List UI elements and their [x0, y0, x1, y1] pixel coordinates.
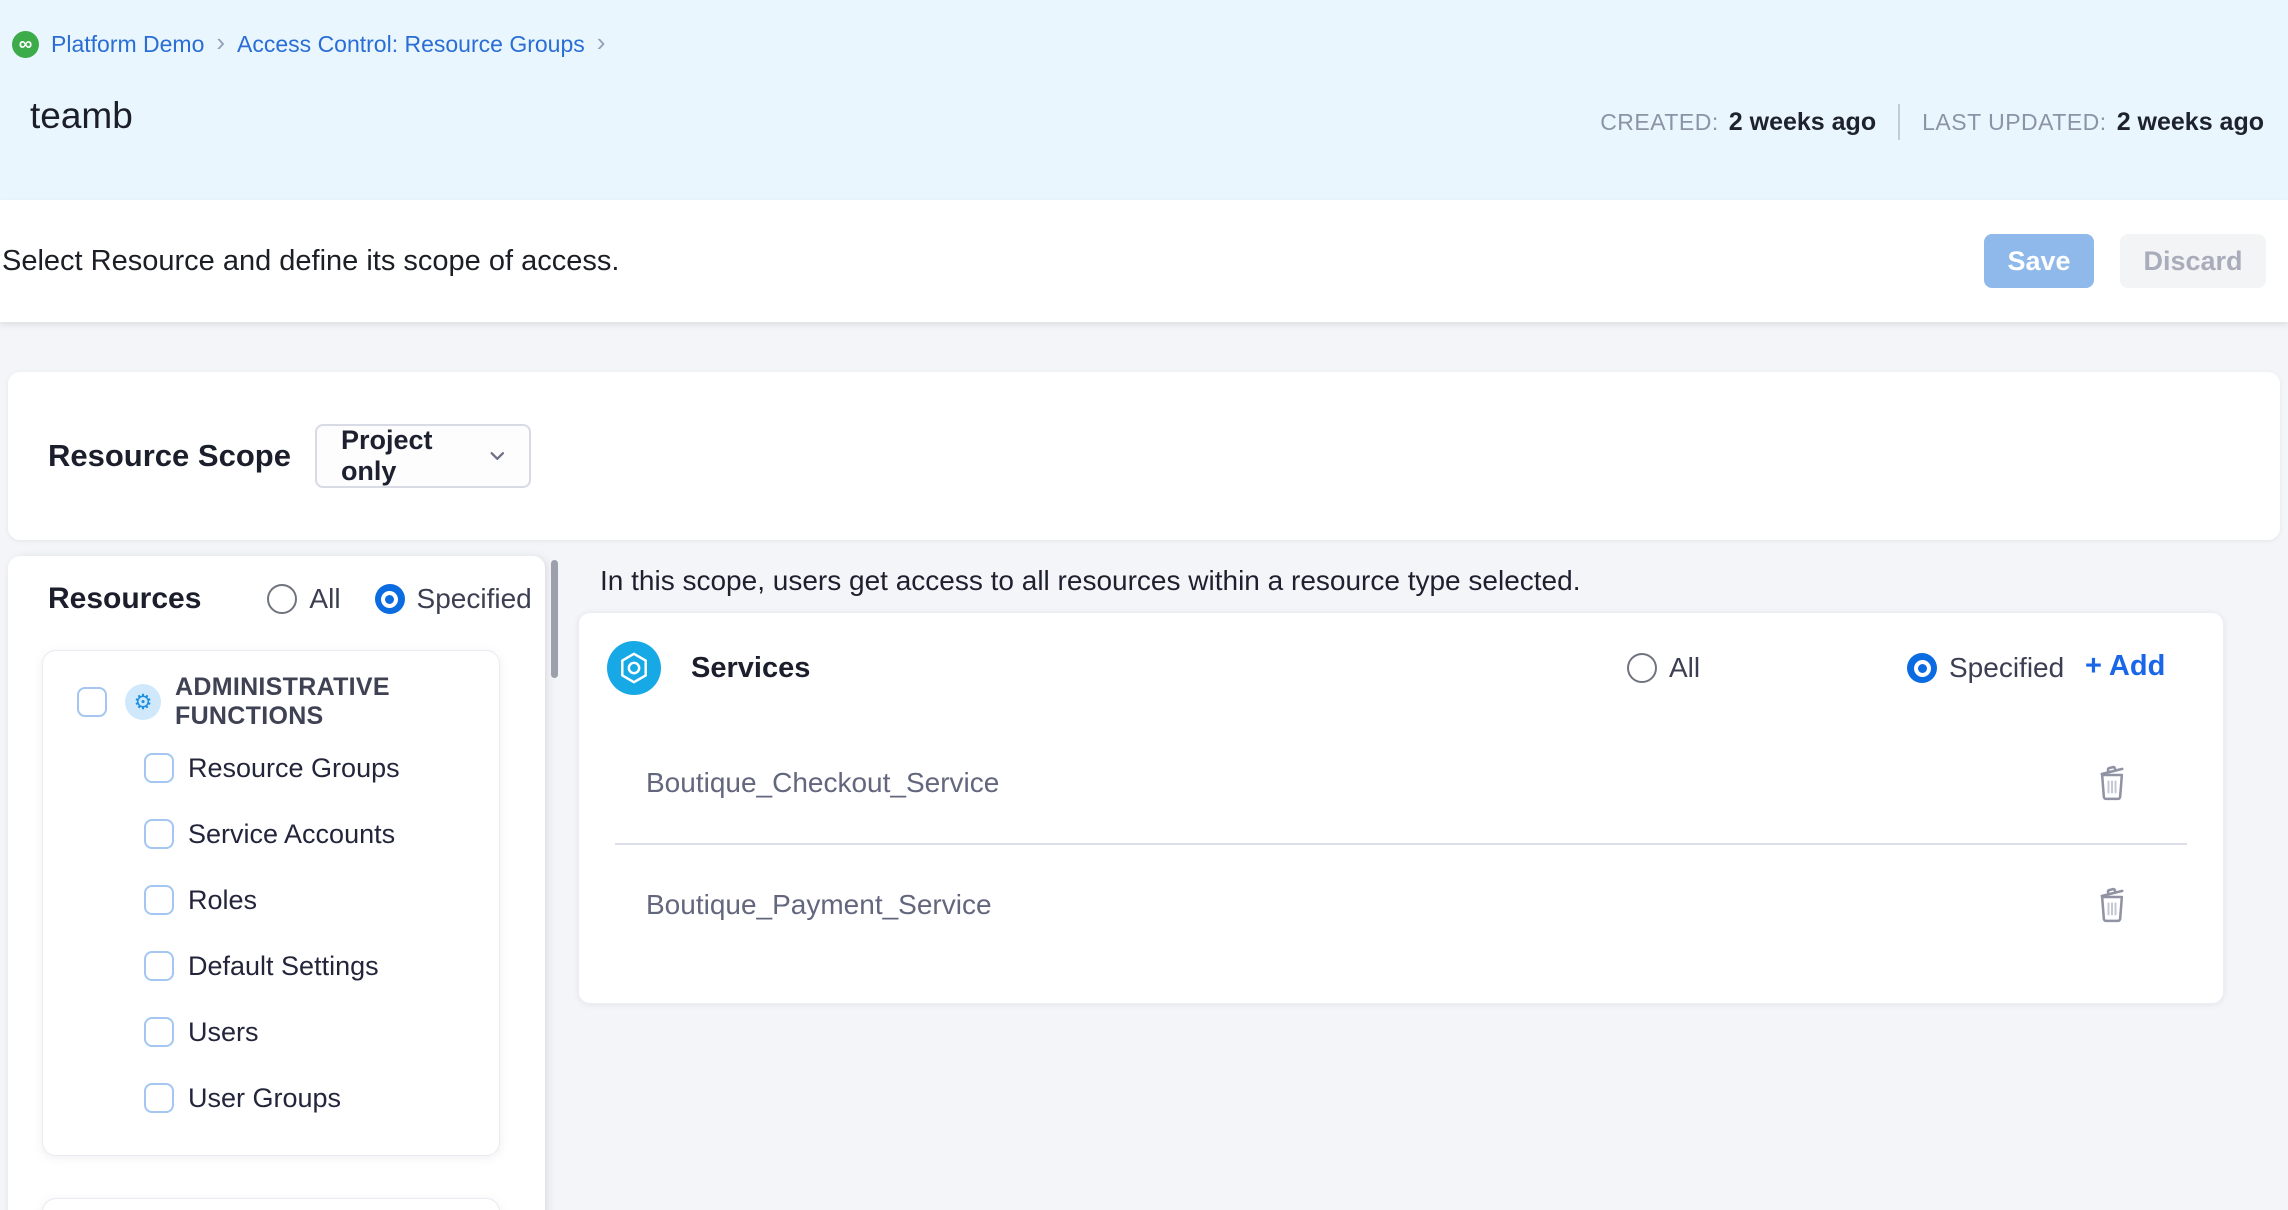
last-updated-label: LAST UPDATED:: [1922, 109, 2107, 136]
created-value: 2 weeks ago: [1729, 108, 1876, 137]
resources-radio-specified-label: Specified: [417, 583, 532, 615]
checkbox-user-groups[interactable]: [144, 1083, 174, 1113]
services-hexagon-icon: [607, 641, 661, 695]
resource-scope-select[interactable]: Project only: [315, 424, 531, 488]
delete-service-button[interactable]: [2094, 885, 2130, 925]
item-label: Service Accounts: [188, 819, 395, 850]
created-label: CREATED:: [1600, 109, 1719, 136]
toolbar-description: Select Resource and define its scope of …: [0, 245, 619, 278]
services-radio-all-label: All: [1669, 652, 1700, 684]
services-radio-specified-label: Specified: [1949, 652, 2064, 684]
add-service-button[interactable]: + Add: [2085, 650, 2165, 683]
item-label: Roles: [188, 885, 257, 916]
services-card-header: Services All Specified + Add: [579, 613, 2223, 723]
item-label: Users: [188, 1017, 259, 1048]
resources-panel-header: Resources All Specified: [8, 556, 545, 616]
services-title: Services: [691, 652, 810, 685]
resource-scope-card: Resource Scope Project only: [8, 372, 2280, 540]
header-meta: CREATED: 2 weeks ago LAST UPDATED: 2 wee…: [1600, 104, 2264, 140]
resource-item-row: Users: [43, 999, 499, 1065]
resources-radio-all[interactable]: All: [267, 583, 340, 615]
resource-item-row: Service Accounts: [43, 801, 499, 867]
service-row: Boutique_Checkout_Service: [579, 723, 2223, 843]
item-label: Resource Groups: [188, 753, 400, 784]
resource-item-row: Default Settings: [43, 933, 499, 999]
meta-divider: [1898, 104, 1900, 140]
resource-group-card-administrative-functions: ⚙ ADMINISTRATIVE FUNCTIONS Resource Grou…: [42, 650, 500, 1156]
gear-icon: ⚙: [125, 684, 161, 720]
main-content: Resource Scope Project only Resources Al…: [0, 322, 2288, 1210]
page-header: ∞ Platform Demo › Access Control: Resour…: [0, 0, 2288, 200]
resource-scope-selected-value: Project only: [341, 425, 486, 487]
created-meta: CREATED: 2 weeks ago: [1600, 108, 1876, 137]
checkbox-service-accounts[interactable]: [144, 819, 174, 849]
radio-unchecked-icon[interactable]: [1627, 653, 1657, 683]
checkbox-default-settings[interactable]: [144, 951, 174, 981]
resource-group-card-environments: ⚙ ENVIRONMENTS: [42, 1198, 500, 1210]
resource-type-row: ⚙ ADMINISTRATIVE FUNCTIONS: [43, 669, 499, 735]
radio-checked-icon[interactable]: [375, 584, 405, 614]
breadcrumb: ∞ Platform Demo › Access Control: Resour…: [12, 30, 605, 58]
item-label: User Groups: [188, 1083, 341, 1114]
chevron-right-icon: ›: [597, 27, 606, 58]
checkbox-roles[interactable]: [144, 885, 174, 915]
radio-checked-icon[interactable]: [1907, 653, 1937, 683]
resources-radio-specified[interactable]: Specified: [375, 583, 532, 615]
action-toolbar: Select Resource and define its scope of …: [0, 200, 2288, 322]
service-name: Boutique_Payment_Service: [646, 889, 992, 921]
delete-service-button[interactable]: [2094, 763, 2130, 803]
service-name: Boutique_Checkout_Service: [646, 767, 999, 799]
checkbox-resource-groups[interactable]: [144, 753, 174, 783]
last-updated-value: 2 weeks ago: [2117, 108, 2264, 137]
chevron-down-icon: [486, 444, 509, 468]
left-panel-scrollbar[interactable]: [551, 560, 558, 678]
resource-item-row: Roles: [43, 867, 499, 933]
scope-hint-text: In this scope, users get access to all r…: [600, 565, 1580, 597]
resources-radio-all-label: All: [309, 583, 340, 615]
discard-button[interactable]: Discard: [2120, 234, 2266, 288]
resource-scope-label: Resource Scope: [48, 438, 291, 474]
infinity-logo-icon: ∞: [12, 31, 39, 58]
resource-item-row: Resource Groups: [43, 735, 499, 801]
resources-title: Resources: [48, 582, 201, 616]
page-title: teamb: [30, 95, 133, 137]
breadcrumb-link-resource-groups[interactable]: Access Control: Resource Groups: [237, 31, 585, 58]
services-card: Services All Specified + Add Boutique_Ch…: [578, 612, 2224, 1004]
radio-unchecked-icon[interactable]: [267, 584, 297, 614]
last-updated-meta: LAST UPDATED: 2 weeks ago: [1922, 108, 2264, 137]
services-radio-specified[interactable]: Specified: [1907, 652, 2064, 684]
resources-panel: Resources All Specified ⚙ ADMINISTRATIVE…: [8, 556, 545, 1210]
item-label: Default Settings: [188, 951, 379, 982]
group-label: ADMINISTRATIVE FUNCTIONS: [175, 673, 499, 731]
resource-item-row: User Groups: [43, 1065, 499, 1131]
chevron-right-icon: ›: [216, 27, 225, 58]
services-radio-all[interactable]: All: [1627, 652, 1700, 684]
service-row: Boutique_Payment_Service: [579, 845, 2223, 965]
save-button[interactable]: Save: [1984, 234, 2094, 288]
breadcrumb-link-platform-demo[interactable]: Platform Demo: [51, 31, 204, 58]
checkbox-users[interactable]: [144, 1017, 174, 1047]
checkbox-administrative-functions[interactable]: [77, 687, 107, 717]
